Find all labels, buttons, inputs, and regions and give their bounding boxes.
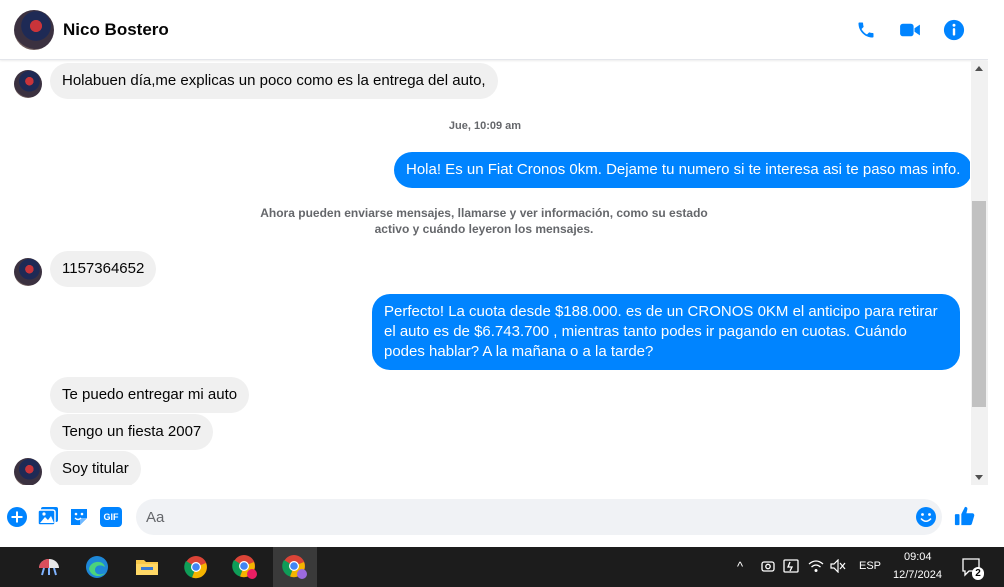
image-icon[interactable] — [36, 505, 60, 529]
message-timestamp: Jue, 10:09 am — [448, 120, 522, 132]
message-bubble-incoming[interactable]: 1157364652 — [50, 251, 157, 287]
message-bubble-incoming[interactable]: Tengo un fiesta 2007 — [50, 414, 214, 450]
gif-label: GIF — [100, 507, 122, 527]
taskbar-edge — [0, 559, 4, 575]
contact-avatar-small[interactable] — [14, 458, 42, 485]
scroll-up-arrow-icon[interactable] — [975, 66, 983, 71]
gif-icon[interactable]: GIF — [99, 505, 123, 529]
chrome-active-icon[interactable] — [273, 547, 317, 587]
camera-tray-icon[interactable] — [761, 559, 775, 576]
message-input-wrapper — [136, 499, 942, 535]
system-notice-line: activo y cuándo leyeron los mensajes. — [374, 222, 594, 236]
clock-time[interactable]: 09:04 — [904, 551, 932, 563]
clock-date[interactable]: 12/7/2024 — [893, 569, 942, 581]
chrome-icon[interactable] — [176, 551, 216, 583]
video-camera-icon[interactable] — [899, 19, 921, 41]
phone-icon[interactable] — [855, 19, 877, 41]
message-list: Holabuen día,me explicas un poco como es… — [0, 61, 970, 485]
message-input[interactable] — [136, 499, 896, 535]
speaker-muted-icon[interactable] — [830, 558, 846, 576]
chevron-up-icon[interactable]: ^ — [737, 559, 743, 574]
message-bubble-outgoing[interactable]: Hola! Es un Fiat Cronos 0km. Dejame tu n… — [394, 152, 970, 188]
message-bubble-incoming[interactable]: Holabuen día,me explicas un poco como es… — [50, 63, 498, 99]
contact-avatar[interactable] — [14, 9, 54, 50]
contact-avatar-small[interactable] — [14, 70, 42, 98]
weather-icon[interactable] — [29, 551, 69, 583]
messenger-window: Nico Bostero Holabuen día,me explicas un… — [0, 0, 1004, 547]
message-bubble-incoming[interactable]: Soy titular — [50, 451, 141, 485]
scroll-thumb[interactable] — [972, 201, 986, 407]
system-notice: Ahora pueden enviarse mensajes, llamarse… — [234, 205, 734, 237]
battery-icon[interactable] — [783, 558, 801, 577]
message-scrollbar[interactable] — [971, 61, 988, 485]
windows-taskbar: ^ ESP 09:04 12/7/2024 2 — [0, 547, 1004, 587]
notification-count-badge: 2 — [972, 567, 984, 580]
plus-icon[interactable] — [5, 505, 29, 529]
edge-icon[interactable] — [77, 551, 117, 583]
system-notice-line: Ahora pueden enviarse mensajes, llamarse… — [260, 206, 708, 220]
chat-header: Nico Bostero — [0, 0, 988, 60]
chrome-profile-icon[interactable] — [225, 551, 265, 583]
message-bubble-outgoing[interactable]: Perfecto! La cuota desde $188.000. es de… — [372, 294, 960, 370]
contact-avatar-small[interactable] — [14, 258, 42, 286]
contact-name[interactable]: Nico Bostero — [63, 20, 169, 40]
message-bubble-incoming[interactable]: Te puedo entregar mi auto — [50, 377, 250, 413]
wifi-icon[interactable] — [808, 559, 824, 576]
window-edge — [988, 0, 1004, 547]
emoji-icon[interactable] — [914, 505, 938, 529]
info-icon[interactable] — [943, 19, 965, 41]
scroll-down-arrow-icon[interactable] — [975, 475, 983, 480]
thumbs-up-icon[interactable] — [953, 504, 977, 528]
sticker-icon[interactable] — [67, 505, 91, 529]
file-explorer-icon[interactable] — [127, 551, 167, 583]
message-composer: GIF — [0, 490, 988, 544]
language-indicator[interactable]: ESP — [859, 560, 881, 572]
